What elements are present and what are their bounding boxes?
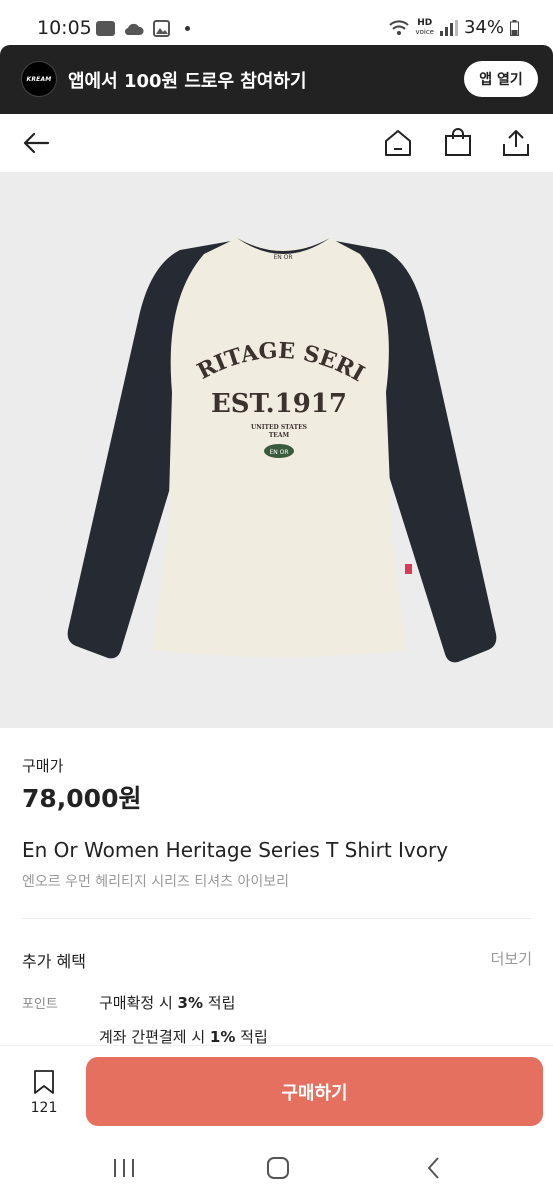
benefit-more-link[interactable]: 더보기: [491, 948, 532, 969]
battery-percent: 34%: [463, 17, 504, 38]
product-image[interactable]: EN OR HERITAGE SERIES EST.1917 UNITED ST…: [0, 152, 553, 728]
android-nav-bar: [0, 1137, 553, 1200]
shopping-bag-icon[interactable]: [443, 128, 473, 158]
graphic-badge-text: EN OR: [269, 449, 288, 456]
neck-tag: EN OR: [273, 254, 292, 261]
signal-icon: [439, 19, 458, 36]
status-time: 10:05: [37, 17, 92, 39]
graphic-united-states: UNITED STATES: [251, 424, 307, 431]
recent-apps-icon[interactable]: [109, 1153, 139, 1183]
price-label: 구매가: [22, 757, 64, 775]
cloud-icon: [124, 23, 144, 35]
more-notifications-icon: [185, 26, 190, 31]
top-nav: [0, 114, 553, 172]
wifi-icon: [389, 19, 410, 35]
benefit-title: 추가 혜택: [22, 952, 86, 971]
battery-icon: [510, 19, 519, 36]
back-icon[interactable]: [21, 128, 51, 158]
promo-text: 앱에서 100원 드로우 참여하기: [68, 71, 307, 92]
home-button-icon[interactable]: [263, 1153, 293, 1183]
app-badge-icon: [96, 21, 115, 36]
share-icon[interactable]: [501, 128, 531, 158]
kream-logo: KREAM: [21, 61, 57, 97]
open-app-button[interactable]: 앱 열기: [464, 61, 538, 97]
point-benefit-account: 계좌 간편결제 시 1% 적립: [99, 1028, 268, 1046]
bookmark-button[interactable]: 121: [22, 1070, 66, 1116]
product-title-en: En Or Women Heritage Series T Shirt Ivor…: [22, 838, 449, 862]
product-title-kr: 엔오르 우먼 헤리티지 시리즈 티셔츠 아이보리: [22, 874, 289, 890]
app-promo-banner[interactable]: KREAM 앱에서 100원 드로우 참여하기 앱 열기: [0, 45, 553, 114]
divider: [22, 918, 531, 919]
bottom-action-bar: 121 구매하기: [0, 1045, 553, 1137]
tshirt-illustration: EN OR HERITAGE SERIES EST.1917 UNITED ST…: [0, 152, 497, 663]
point-benefit-purchase: 구매확정 시 3% 적립: [99, 994, 236, 1012]
side-tag: [405, 564, 412, 574]
hd-voice-label: HD voice: [415, 17, 434, 36]
point-label: 포인트: [22, 997, 58, 1012]
bookmark-count: 121: [30, 1100, 58, 1116]
bookmark-icon: [34, 1070, 54, 1094]
status-right: HD voice 34%: [389, 17, 519, 38]
price: 78,000원: [22, 784, 142, 813]
graphic-team: TEAM: [269, 432, 290, 439]
buy-button[interactable]: 구매하기: [86, 1057, 543, 1126]
image-icon: [153, 20, 170, 37]
notification-icons: [96, 20, 190, 37]
back-button-icon[interactable]: [419, 1153, 449, 1183]
home-icon[interactable]: [383, 128, 413, 158]
graphic-est-text: EST.1917: [211, 389, 347, 419]
